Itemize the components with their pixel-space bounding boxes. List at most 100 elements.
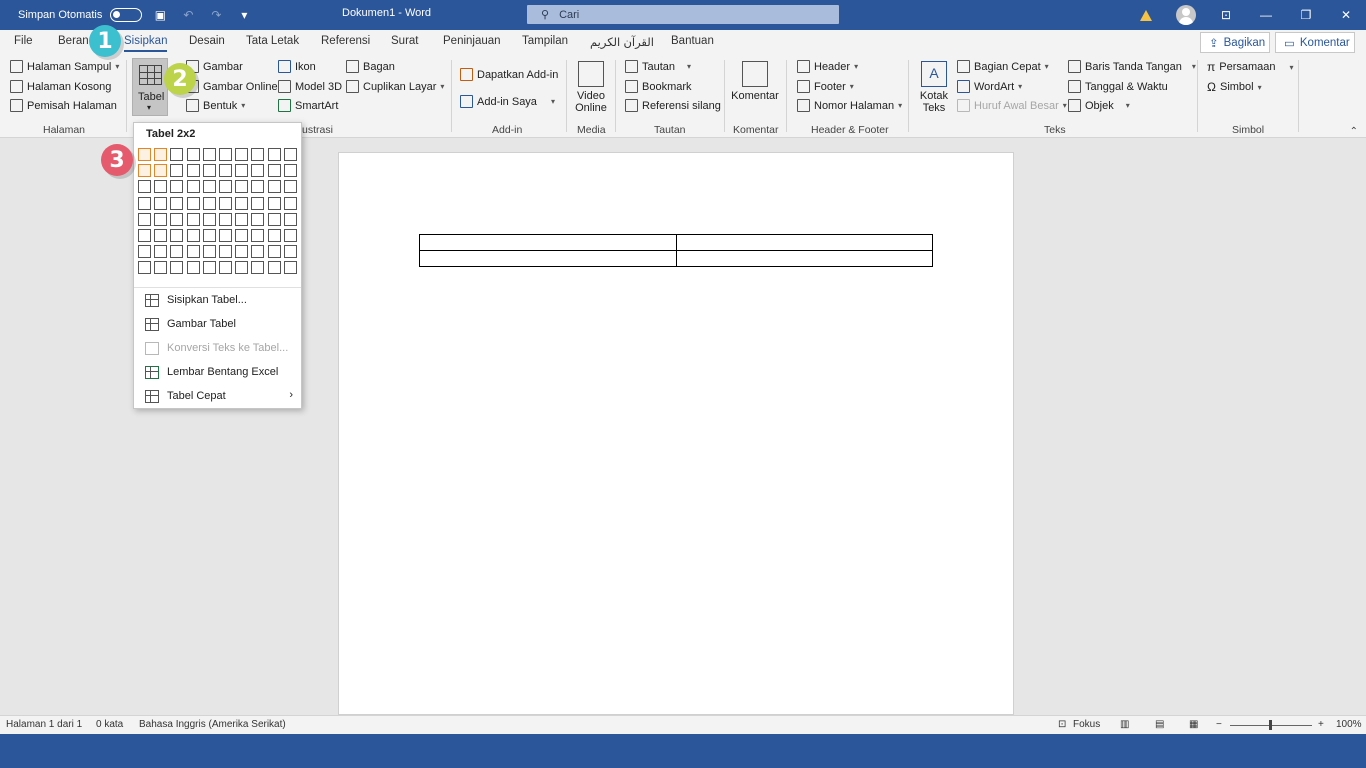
online-picture-button[interactable]: Gambar Online — [186, 80, 278, 93]
grid-cell[interactable] — [138, 164, 151, 178]
account-avatar[interactable] — [1166, 5, 1206, 25]
grid-cell[interactable] — [154, 164, 168, 178]
autosave-toggle[interactable] — [110, 8, 143, 22]
symbol-button[interactable]: Ω Simbol ▾ — [1207, 80, 1262, 94]
chart-button[interactable]: Bagan — [346, 60, 395, 73]
equation-button[interactable]: π Persamaan ▾ — [1207, 60, 1294, 74]
grid-cell[interactable] — [138, 212, 151, 226]
table-cell[interactable] — [675, 250, 933, 267]
grid-cell[interactable] — [202, 148, 216, 161]
comments-button[interactable]: ▭ Komentar — [1275, 32, 1355, 53]
focus-icon[interactable]: ⊡ — [1058, 719, 1066, 730]
page-number-button[interactable]: Nomor Halaman ▾ — [797, 99, 902, 112]
restore-icon[interactable]: ❐ — [1286, 5, 1326, 25]
tab-bantuan[interactable]: Bantuan — [671, 35, 714, 47]
grid-cell[interactable] — [251, 261, 265, 275]
tab-peninjauan[interactable]: Peninjauan — [443, 35, 501, 47]
save-icon[interactable]: ▣ — [150, 5, 170, 25]
grid-cell[interactable] — [251, 180, 265, 194]
read-mode-icon[interactable]: ▥ — [1120, 719, 1129, 730]
grid-cell[interactable] — [138, 261, 151, 275]
grid-cell[interactable] — [267, 196, 281, 210]
grid-cell[interactable] — [154, 196, 168, 210]
grid-cell[interactable] — [251, 245, 265, 259]
grid-cell[interactable] — [267, 164, 281, 178]
grid-cell[interactable] — [283, 164, 297, 178]
picture-button[interactable]: Gambar — [186, 60, 243, 73]
excel-spreadsheet-menu-item[interactable]: Lembar Bentang Excel — [134, 361, 301, 383]
tab-surat[interactable]: Surat — [391, 35, 419, 47]
document-table[interactable] — [419, 234, 933, 267]
warning-icon[interactable] — [1126, 5, 1166, 25]
drop-cap-button[interactable]: Huruf Awal Besar ▾ — [957, 99, 1067, 112]
screenshot-button[interactable]: Cuplikan Layar ▾ — [346, 80, 444, 93]
quick-tables-menu-item[interactable]: Tabel Cepat › — [134, 385, 301, 407]
grid-cell[interactable] — [154, 212, 168, 226]
link-button[interactable]: Tautan ▾ — [625, 60, 691, 73]
grid-cell[interactable] — [186, 261, 200, 275]
grid-cell[interactable] — [235, 229, 249, 242]
date-time-button[interactable]: Tanggal & Waktu — [1068, 80, 1168, 93]
grid-cell[interactable] — [186, 229, 200, 242]
grid-cell[interactable] — [235, 164, 249, 178]
zoom-level[interactable]: 100% — [1336, 719, 1362, 730]
grid-cell[interactable] — [202, 245, 216, 259]
draw-table-menu-item[interactable]: Gambar Tabel — [134, 313, 301, 335]
blank-page-button[interactable]: Halaman Kosong — [10, 80, 111, 93]
smartart-button[interactable]: SmartArt — [278, 99, 338, 112]
grid-cell[interactable] — [170, 212, 184, 226]
grid-cell[interactable] — [154, 148, 168, 161]
focus-label[interactable]: Fokus — [1073, 719, 1100, 730]
grid-cell[interactable] — [219, 148, 232, 161]
grid-cell[interactable] — [186, 148, 200, 161]
grid-cell[interactable] — [186, 245, 200, 259]
grid-cell[interactable] — [283, 180, 297, 194]
redo-icon[interactable]: ↷ — [206, 5, 226, 25]
grid-cell[interactable] — [283, 212, 297, 226]
grid-cell[interactable] — [235, 245, 249, 259]
grid-cell[interactable] — [202, 261, 216, 275]
grid-cell[interactable] — [170, 148, 184, 161]
online-video-button[interactable]: Video Online — [574, 61, 608, 114]
insert-table-menu-item[interactable]: Sisipkan Tabel... — [134, 289, 301, 311]
grid-cell[interactable] — [186, 164, 200, 178]
grid-cell[interactable] — [186, 212, 200, 226]
grid-cell[interactable] — [283, 229, 297, 242]
tab-beranda[interactable]: Beranda — [58, 35, 88, 47]
zoom-slider-handle[interactable] — [1269, 720, 1272, 730]
cross-reference-button[interactable]: Referensi silang — [625, 99, 721, 112]
3d-models-button[interactable]: Model 3D — [278, 80, 342, 93]
grid-cell[interactable] — [154, 180, 168, 194]
cover-page-button[interactable]: Halaman Sampul ▾ — [10, 60, 119, 73]
my-addins-button[interactable]: Add-in Saya ▾ — [460, 95, 555, 108]
grid-cell[interactable] — [219, 261, 232, 275]
icons-button[interactable]: Ikon — [278, 60, 316, 73]
grid-cell[interactable] — [267, 229, 281, 242]
grid-cell[interactable] — [267, 261, 281, 275]
shapes-button[interactable]: Bentuk ▾ — [186, 99, 245, 112]
grid-cell[interactable] — [170, 245, 184, 259]
grid-cell[interactable] — [283, 148, 297, 161]
grid-cell[interactable] — [219, 196, 232, 210]
get-addins-button[interactable]: Dapatkan Add-in — [460, 68, 558, 81]
collapse-ribbon-icon[interactable]: ⌃ — [1350, 126, 1358, 137]
grid-cell[interactable] — [219, 245, 232, 259]
new-comment-button[interactable]: Komentar — [731, 61, 779, 102]
bookmark-button[interactable]: Bookmark — [625, 80, 692, 93]
minimize-icon[interactable]: — — [1246, 5, 1286, 25]
grid-cell[interactable] — [202, 212, 216, 226]
grid-cell[interactable] — [154, 229, 168, 242]
grid-cell[interactable] — [267, 148, 281, 161]
page-count[interactable]: Halaman 1 dari 1 — [6, 719, 82, 730]
grid-cell[interactable] — [138, 229, 151, 242]
grid-cell[interactable] — [170, 261, 184, 275]
grid-cell[interactable] — [267, 180, 281, 194]
grid-cell[interactable] — [202, 229, 216, 242]
tab-quran[interactable]: القرآن الكريم — [590, 35, 654, 49]
grid-cell[interactable] — [202, 196, 216, 210]
close-icon[interactable]: ✕ — [1326, 5, 1366, 25]
grid-cell[interactable] — [251, 148, 265, 161]
zoom-out-button[interactable]: − — [1216, 719, 1222, 730]
grid-cell[interactable] — [251, 229, 265, 242]
word-count[interactable]: 0 kata — [96, 719, 123, 730]
